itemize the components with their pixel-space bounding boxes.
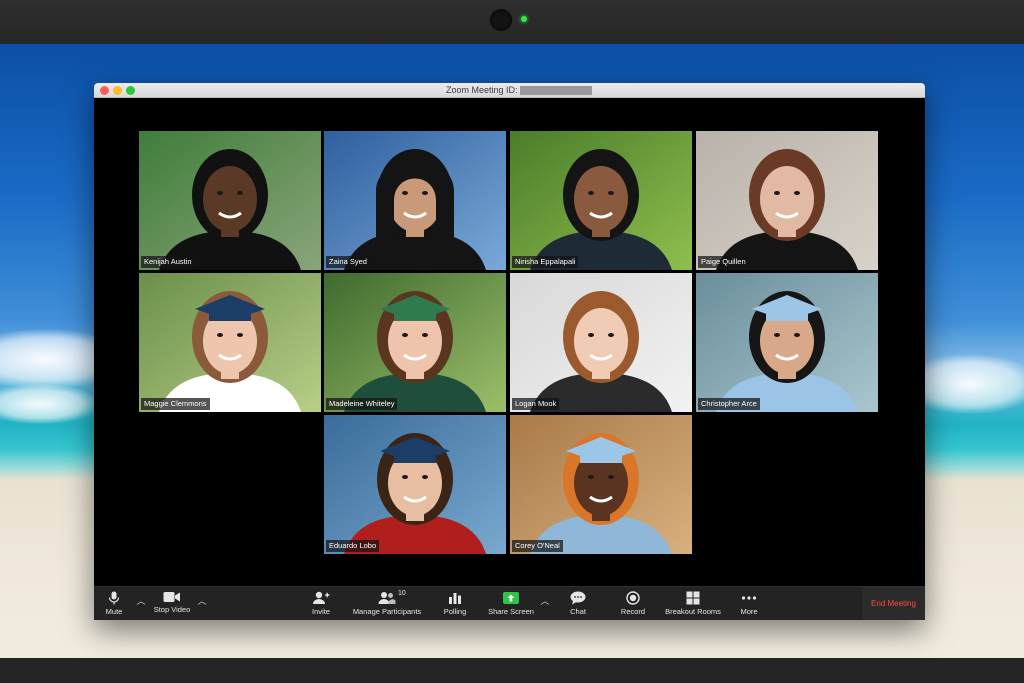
bar-chart-icon xyxy=(449,593,461,604)
webcam-indicator-light xyxy=(521,16,527,22)
polling-label: Polling xyxy=(443,607,467,616)
cloud xyxy=(0,384,100,424)
participant-name: Madeleine Whiteley xyxy=(326,398,398,410)
invite-label: Invite xyxy=(312,607,330,616)
participant-name: Paige Quillen xyxy=(698,256,749,268)
participant-video-tile[interactable]: Christopher Arce xyxy=(696,273,878,412)
monitor-bezel xyxy=(0,0,1024,44)
share-options-chevron-up-icon[interactable]: ︿ xyxy=(540,596,550,606)
microphone-icon xyxy=(108,591,120,605)
more-dots-icon xyxy=(741,596,757,600)
participant-name: Corey O'Neal xyxy=(512,540,563,552)
mute-button[interactable]: Mute xyxy=(102,587,126,620)
chat-bubble-icon xyxy=(570,591,586,605)
participant-portrait xyxy=(696,131,878,270)
participants-icon xyxy=(378,592,396,604)
participant-portrait xyxy=(139,273,321,412)
participant-video-tile[interactable]: Nirisha Eppalapali xyxy=(510,131,692,270)
participant-name: Zaina Syed xyxy=(326,256,370,268)
add-person-icon xyxy=(313,591,330,604)
maximize-window-button[interactable] xyxy=(126,86,135,95)
participant-name: Logan Mook xyxy=(512,398,560,410)
chat-label: Chat xyxy=(570,607,586,616)
share-screen-button[interactable]: Share Screen xyxy=(486,587,536,620)
chat-button[interactable]: Chat xyxy=(566,587,590,620)
breakout-rooms-label: Breakout Rooms xyxy=(665,607,721,616)
participant-portrait xyxy=(510,415,692,554)
participant-count-badge: 10 xyxy=(398,590,406,597)
participant-video-tile[interactable]: Corey O'Neal xyxy=(510,415,692,554)
participant-video-tile[interactable]: Kenijah Austin xyxy=(139,131,321,270)
meeting-id-redacted xyxy=(520,86,592,95)
video-options-chevron-up-icon[interactable]: ︿ xyxy=(197,596,207,606)
mute-label: Mute xyxy=(105,607,123,616)
window-title: Zoom Meeting ID: xyxy=(446,85,518,95)
end-meeting-button[interactable]: End Meeting xyxy=(862,587,925,620)
participant-video-tile[interactable]: Eduardo Lobo xyxy=(324,415,506,554)
participant-portrait xyxy=(324,131,506,270)
polling-button[interactable]: Polling xyxy=(441,587,469,620)
participant-video-tile[interactable]: Zaina Syed xyxy=(324,131,506,270)
minimize-window-button[interactable] xyxy=(113,86,122,95)
more-label: More xyxy=(740,607,758,616)
participant-portrait xyxy=(510,131,692,270)
invite-button[interactable]: Invite xyxy=(309,587,333,620)
window-titlebar: Zoom Meeting ID: xyxy=(94,83,925,98)
more-button[interactable]: More xyxy=(737,587,761,620)
participant-portrait xyxy=(510,273,692,412)
video-camera-icon xyxy=(163,592,180,602)
participant-name: Christopher Arce xyxy=(698,398,760,410)
record-icon xyxy=(626,591,640,605)
record-button[interactable]: Record xyxy=(618,587,648,620)
share-screen-icon xyxy=(503,592,519,604)
audio-options-chevron-up-icon[interactable]: ︿ xyxy=(136,596,146,606)
participant-portrait xyxy=(696,273,878,412)
participant-video-tile[interactable]: Paige Quillen xyxy=(696,131,878,270)
zoom-meeting-window: Zoom Meeting ID: Kenijah Austin Zaina Sye… xyxy=(94,83,925,620)
breakout-rooms-icon xyxy=(686,591,700,605)
participant-name: Kenijah Austin xyxy=(141,256,195,268)
webcam xyxy=(490,9,512,31)
participant-video-tile[interactable]: Logan Mook xyxy=(510,273,692,412)
stop-video-button[interactable]: Stop Video xyxy=(150,587,194,620)
close-window-button[interactable] xyxy=(100,86,109,95)
manage-participants-label: Manage Participants xyxy=(352,607,422,616)
participant-name: Nirisha Eppalapali xyxy=(512,256,579,268)
participant-portrait xyxy=(139,131,321,270)
participant-name: Eduardo Lobo xyxy=(326,540,380,552)
stop-video-label: Stop Video xyxy=(153,605,191,614)
participant-portrait xyxy=(324,415,506,554)
record-label: Record xyxy=(620,607,646,616)
manage-participants-button[interactable]: Manage Participants xyxy=(351,587,423,620)
share-screen-label: Share Screen xyxy=(488,607,534,616)
participant-portrait xyxy=(324,273,506,412)
meeting-toolbar: Mute ︿ Stop Video ︿ Invite Manage Partic… xyxy=(94,586,925,620)
breakout-rooms-button[interactable]: Breakout Rooms xyxy=(664,587,722,620)
participant-video-tile[interactable]: Madeleine Whiteley xyxy=(324,273,506,412)
monitor-bezel-bottom xyxy=(0,658,1024,683)
participant-name: Maggie Clemmons xyxy=(141,398,210,410)
participant-video-tile[interactable]: Maggie Clemmons xyxy=(139,273,321,412)
